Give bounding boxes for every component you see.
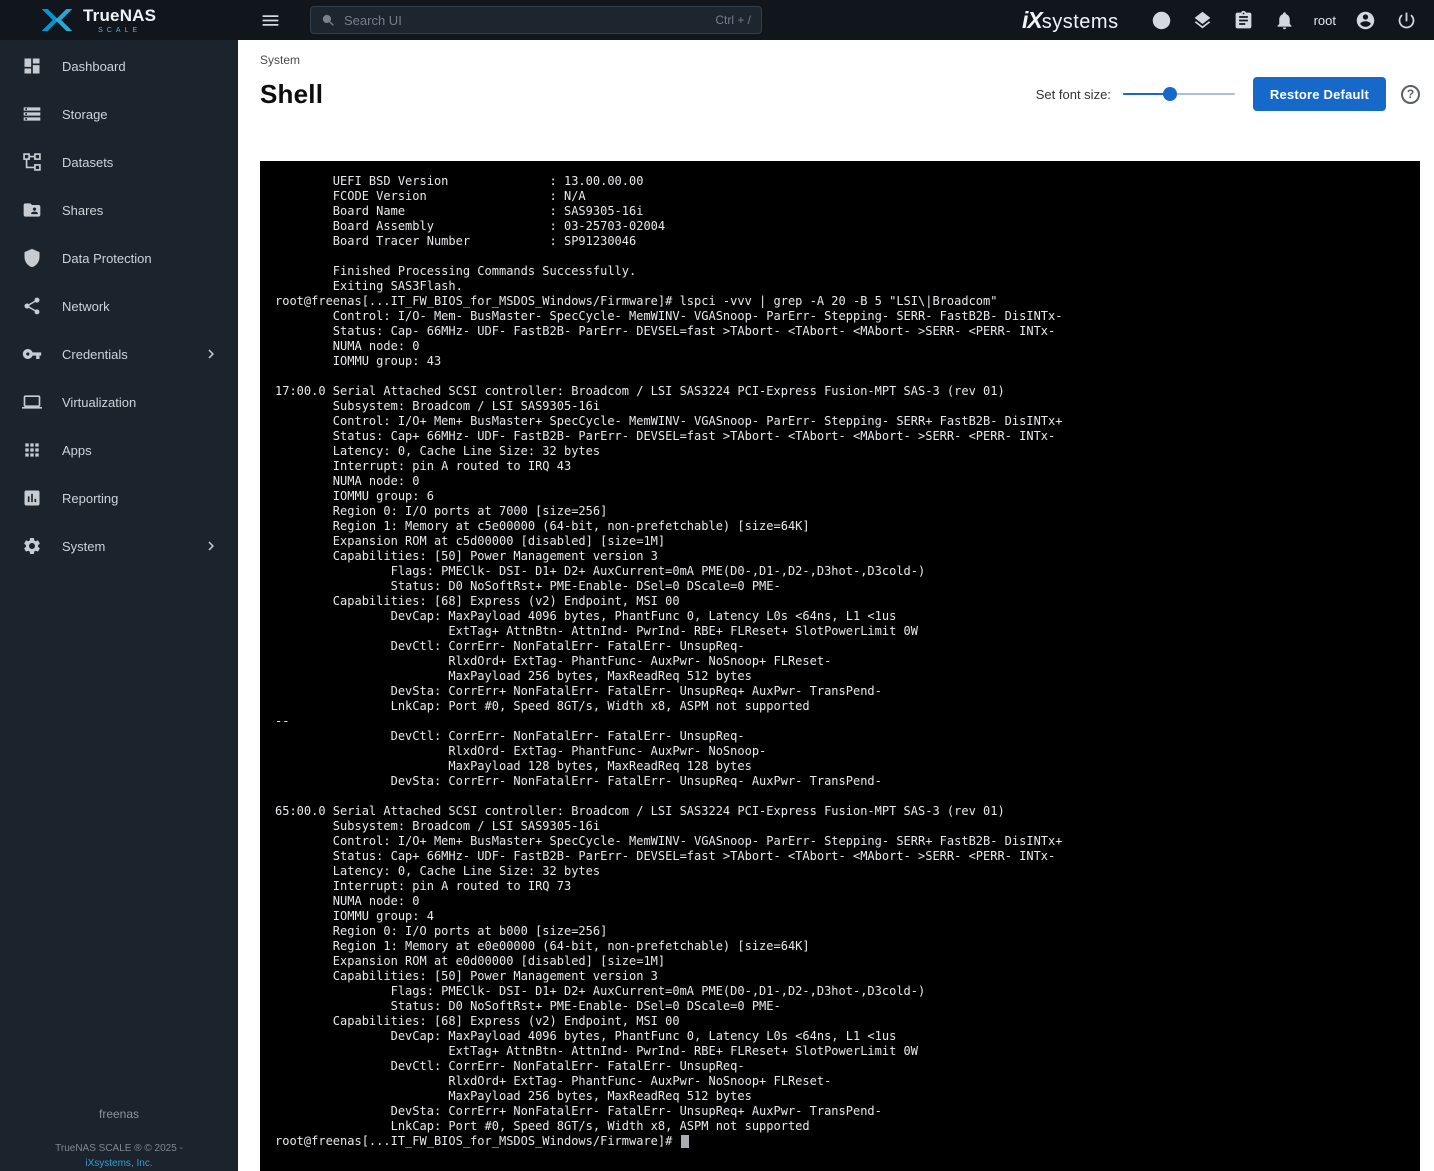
sidebar-item-system[interactable]: System bbox=[0, 522, 238, 570]
sidebar-footer: freenas TrueNAS SCALE ® © 2025 - iXsyste… bbox=[0, 1107, 238, 1171]
sidebar-item-shares[interactable]: Shares bbox=[0, 186, 238, 234]
product-name: TrueNAS bbox=[83, 7, 156, 24]
shell-terminal[interactable]: UEFI BSD Version : 13.00.00.00 FCODE Ver… bbox=[260, 161, 1420, 1171]
sidebar-item-label: Dashboard bbox=[62, 59, 126, 74]
help-icon[interactable]: ? bbox=[1401, 85, 1420, 104]
sidebar: Dashboard Storage Datasets Shares Data P… bbox=[0, 40, 238, 1171]
sidebar-item-dashboard[interactable]: Dashboard bbox=[0, 42, 238, 90]
truenas-logo-text: TrueNAS SCALE bbox=[83, 7, 156, 34]
tasks-clipboard-icon[interactable] bbox=[1232, 8, 1256, 32]
feedback-smiley-icon[interactable] bbox=[1150, 8, 1174, 32]
storage-icon bbox=[22, 104, 42, 124]
ixsystems-link[interactable]: iXsystems, Inc. bbox=[0, 1156, 238, 1171]
gear-icon bbox=[22, 536, 42, 556]
font-size-slider[interactable] bbox=[1123, 86, 1235, 102]
account-circle-icon[interactable] bbox=[1353, 8, 1377, 32]
truenas-app: TrueNAS SCALE Ctrl + / iX systems bbox=[0, 0, 1434, 1171]
sidebar-item-label: Virtualization bbox=[62, 395, 136, 410]
sidebar-item-storage[interactable]: Storage bbox=[0, 90, 238, 138]
font-size-label: Set font size: bbox=[1036, 87, 1111, 102]
terminal-prompt-line: root@freenas[...IT_FW_BIOS_for_MSDOS_Win… bbox=[275, 1134, 1412, 1149]
dashboard-icon bbox=[22, 56, 42, 76]
sidebar-item-label: Reporting bbox=[62, 491, 118, 506]
key-icon bbox=[22, 344, 42, 364]
network-share-icon bbox=[22, 296, 42, 316]
shield-icon bbox=[22, 248, 42, 268]
page-header: Shell Set font size: Restore Default ? bbox=[260, 75, 1420, 113]
truenas-logo-icon bbox=[40, 7, 74, 33]
topbar: Ctrl + / iX systems bbox=[238, 0, 1434, 40]
topbar-actions: iX systems root bbox=[1022, 7, 1418, 34]
sidebar-item-network[interactable]: Network bbox=[0, 282, 238, 330]
hamburger-menu-icon[interactable] bbox=[258, 8, 282, 32]
hostname-label: freenas bbox=[0, 1107, 238, 1121]
global-search[interactable]: Ctrl + / bbox=[310, 6, 762, 34]
terminal-output: UEFI BSD Version : 13.00.00.00 FCODE Ver… bbox=[275, 174, 1412, 1134]
main-content: System Shell Set font size: Restore Defa… bbox=[238, 40, 1434, 1171]
page-title: Shell bbox=[260, 79, 323, 110]
sidebar-item-data-protection[interactable]: Data Protection bbox=[0, 234, 238, 282]
sidebar-item-apps[interactable]: Apps bbox=[0, 426, 238, 474]
bar-chart-icon bbox=[22, 488, 42, 508]
sidebar-item-reporting[interactable]: Reporting bbox=[0, 474, 238, 522]
ixsystems-logo-prefix: iX bbox=[1022, 7, 1042, 34]
chevron-right-icon bbox=[202, 345, 220, 363]
sidebar-item-credentials[interactable]: Credentials bbox=[0, 330, 238, 378]
monitor-icon bbox=[22, 392, 42, 412]
terminal-prompt: root@freenas[...IT_FW_BIOS_for_MSDOS_Win… bbox=[275, 1134, 680, 1148]
sidebar-item-label: System bbox=[62, 539, 105, 554]
apps-grid-icon bbox=[22, 440, 42, 460]
sidebar-item-label: Storage bbox=[62, 107, 108, 122]
sidebar-item-label: Apps bbox=[62, 443, 92, 458]
shared-folder-icon bbox=[22, 200, 42, 220]
sidebar-item-label: Shares bbox=[62, 203, 103, 218]
restore-default-button[interactable]: Restore Default bbox=[1253, 77, 1386, 111]
sidebar-item-label: Network bbox=[62, 299, 110, 314]
ixsystems-logo-suffix: systems bbox=[1042, 11, 1119, 34]
search-shortcut-hint: Ctrl + / bbox=[715, 13, 751, 27]
slider-thumb[interactable] bbox=[1163, 87, 1177, 101]
power-icon[interactable] bbox=[1394, 8, 1418, 32]
notifications-bell-icon[interactable] bbox=[1273, 8, 1297, 32]
sidebar-item-label: Credentials bbox=[62, 347, 128, 362]
copyright-text: TrueNAS SCALE ® © 2025 - bbox=[0, 1141, 238, 1156]
logged-in-username: root bbox=[1314, 13, 1336, 28]
ixsystems-logo[interactable]: iX systems bbox=[1022, 7, 1119, 34]
sidebar-nav: Dashboard Storage Datasets Shares Data P… bbox=[0, 40, 238, 570]
terminal-cursor bbox=[681, 1135, 689, 1148]
sidebar-item-datasets[interactable]: Datasets bbox=[0, 138, 238, 186]
truenas-logo[interactable]: TrueNAS SCALE bbox=[0, 0, 238, 40]
search-icon bbox=[321, 13, 336, 28]
chevron-right-icon bbox=[202, 537, 220, 555]
sidebar-item-label: Datasets bbox=[62, 155, 113, 170]
product-edition: SCALE bbox=[83, 27, 156, 34]
shell-controls: Set font size: Restore Default ? bbox=[1036, 77, 1420, 111]
sidebar-item-label: Data Protection bbox=[62, 251, 152, 266]
search-input[interactable] bbox=[344, 13, 707, 28]
datasets-tree-icon bbox=[22, 152, 42, 172]
breadcrumb-system[interactable]: System bbox=[260, 53, 300, 67]
sidebar-item-virtualization[interactable]: Virtualization bbox=[0, 378, 238, 426]
jobs-layers-icon[interactable] bbox=[1191, 8, 1215, 32]
